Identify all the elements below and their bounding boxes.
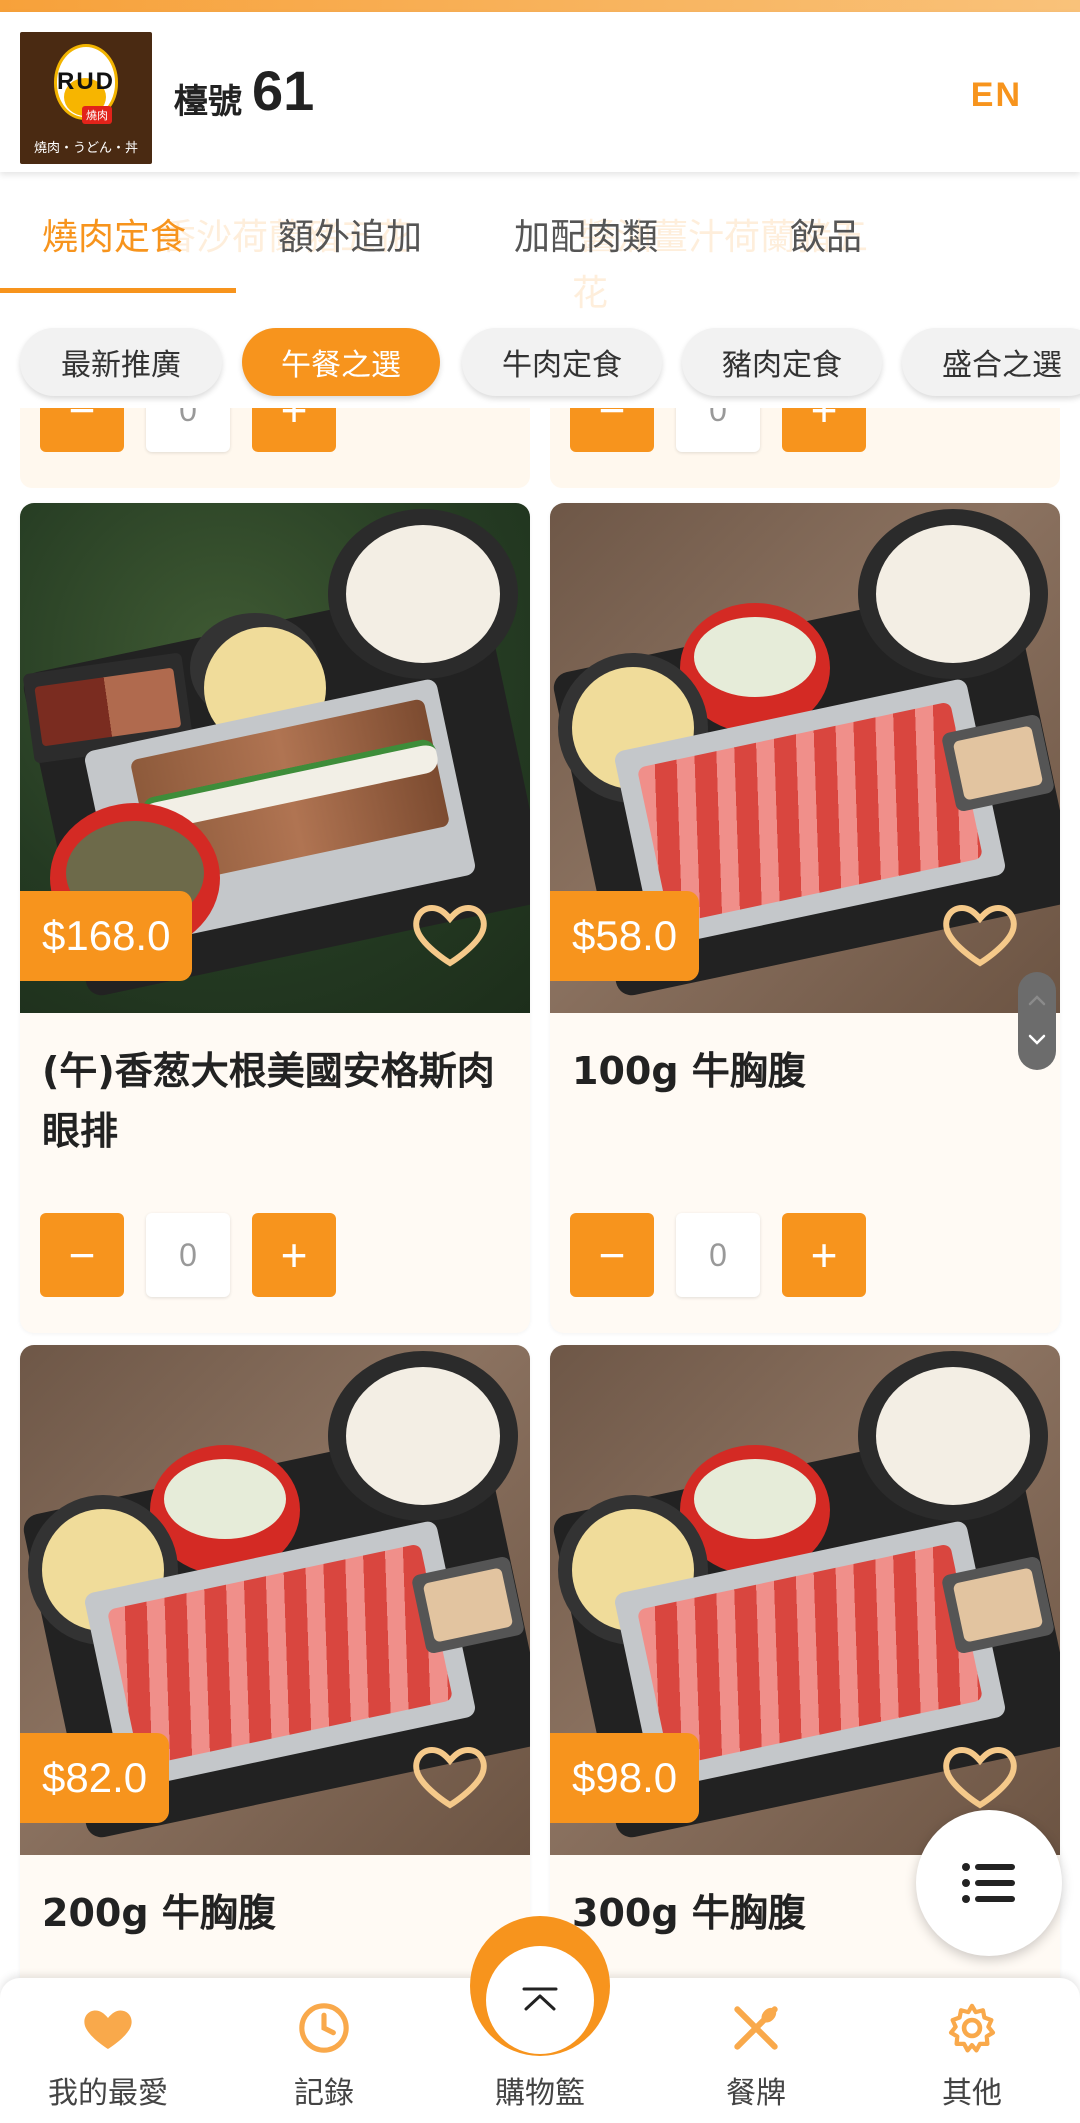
- chip-platter-selection[interactable]: 盛合之選: [902, 328, 1080, 396]
- chip-lunch-selection[interactable]: 午餐之選: [242, 328, 440, 396]
- nav-favorites[interactable]: 我的最愛: [0, 1978, 216, 2123]
- increase-button[interactable]: +: [252, 408, 336, 452]
- product-image: $168.0: [20, 503, 530, 1013]
- increase-button[interactable]: +: [252, 1213, 336, 1297]
- tab-extra-add[interactable]: 額外追加: [278, 208, 422, 260]
- header: RUD 燒肉 燒肉・うどん・丼 檯號 61 EN: [0, 12, 1080, 172]
- ghost-tab-label: 花: [572, 273, 609, 314]
- nav-label: 我的最愛: [48, 2076, 168, 2111]
- decrease-button[interactable]: −: [40, 1213, 124, 1297]
- nav-label: 餐牌: [726, 2076, 786, 2111]
- previous-product-card: − 0 +: [20, 408, 530, 488]
- logo-tag: 燒肉: [82, 106, 112, 124]
- nav-label: 其他: [942, 2076, 1002, 2111]
- favorite-heart-icon[interactable]: [940, 1735, 1020, 1815]
- product-name: 200g 牛胸腹: [42, 1891, 276, 1935]
- chevron-up-icon: [522, 1987, 558, 2011]
- chip-beef-set[interactable]: 牛肉定食: [462, 328, 662, 396]
- product-grid: − 0 + − 0 + $168.0 (午)香葱大根美國安格斯肉眼排 − 0 +…: [0, 408, 1080, 1978]
- scroll-arrows-icon: [1028, 995, 1046, 1045]
- chip-pork-set[interactable]: 豬肉定食: [682, 328, 882, 396]
- restaurant-logo: RUD 燒肉 燒肉・うどん・丼: [20, 32, 152, 164]
- subcategory-chips: 最新推廣 午餐之選 牛肉定食 豬肉定食 盛合之選: [0, 322, 1080, 408]
- tab-drinks[interactable]: 飲品: [790, 208, 862, 260]
- category-list-button[interactable]: [916, 1810, 1062, 1956]
- price-tag: $168.0: [20, 891, 193, 981]
- active-tab-indicator: [0, 288, 236, 293]
- tab-yakiniku-set[interactable]: 燒肉定食: [42, 208, 186, 260]
- decrease-button[interactable]: −: [570, 1213, 654, 1297]
- product-image: $98.0: [550, 1345, 1060, 1855]
- previous-product-card: − 0 +: [550, 408, 1060, 488]
- price-tag: $82.0: [20, 1733, 170, 1823]
- nav-history[interactable]: 記錄: [216, 1978, 432, 2123]
- chip-latest-promo[interactable]: 最新推廣: [20, 328, 222, 396]
- quantity-value: 0: [146, 408, 230, 452]
- tab-extra-meat[interactable]: 加配肉類: [514, 208, 658, 260]
- nav-label: 記錄: [294, 2076, 354, 2111]
- cart-button[interactable]: [486, 1946, 594, 2054]
- quantity-stepper: − 0 +: [570, 1213, 866, 1297]
- quantity-stepper: − 0 +: [40, 1213, 336, 1297]
- quantity-value: 0: [676, 408, 760, 452]
- language-toggle-button[interactable]: EN: [971, 76, 1022, 115]
- top-accent-bar: [0, 0, 1080, 12]
- scroll-handle[interactable]: [1018, 972, 1056, 1070]
- fork-knife-icon: [734, 2006, 778, 2050]
- logo-letters: RUD: [57, 68, 115, 95]
- heart-icon: [84, 2010, 132, 2049]
- favorite-heart-icon[interactable]: [410, 893, 490, 973]
- price-tag: $98.0: [550, 1733, 700, 1823]
- logo-subtitle: 燒肉・うどん・丼: [33, 141, 138, 156]
- product-card[interactable]: $168.0 (午)香葱大根美國安格斯肉眼排 − 0 +: [20, 503, 530, 1333]
- price-tag: $58.0: [550, 891, 700, 981]
- product-card[interactable]: $82.0 200g 牛胸腹 − 0 +: [20, 1345, 530, 1978]
- table-number: 61: [252, 59, 315, 122]
- quantity-value: 0: [146, 1213, 230, 1297]
- product-card[interactable]: $58.0 100g 牛胸腹 − 0 +: [550, 503, 1060, 1333]
- decrease-button[interactable]: −: [570, 408, 654, 452]
- quantity-value: 0: [676, 1213, 760, 1297]
- category-tabs: 香沙荷蘭豬五花 醬油薑汁荷蘭豬五 花 燒肉定食 額外追加 加配肉類 飲品: [0, 172, 1080, 322]
- decrease-button[interactable]: −: [40, 408, 124, 452]
- increase-button[interactable]: +: [782, 1213, 866, 1297]
- product-image: $58.0: [550, 503, 1060, 1013]
- list-icon: [962, 1863, 1015, 1903]
- product-image: $82.0: [20, 1345, 530, 1855]
- product-name: 100g 牛胸腹: [572, 1049, 806, 1093]
- table-label: 檯號: [174, 82, 242, 122]
- favorite-heart-icon[interactable]: [940, 893, 1020, 973]
- nav-label: 購物籃: [495, 2076, 585, 2111]
- clock-icon: [299, 2003, 349, 2053]
- favorite-heart-icon[interactable]: [410, 1735, 490, 1815]
- product-name: (午)香葱大根美國安格斯肉眼排: [42, 1049, 495, 1153]
- nav-others[interactable]: 其他: [864, 1978, 1080, 2123]
- gear-icon: [948, 2003, 996, 2053]
- increase-button[interactable]: +: [782, 408, 866, 452]
- nav-menu[interactable]: 餐牌: [648, 1978, 864, 2123]
